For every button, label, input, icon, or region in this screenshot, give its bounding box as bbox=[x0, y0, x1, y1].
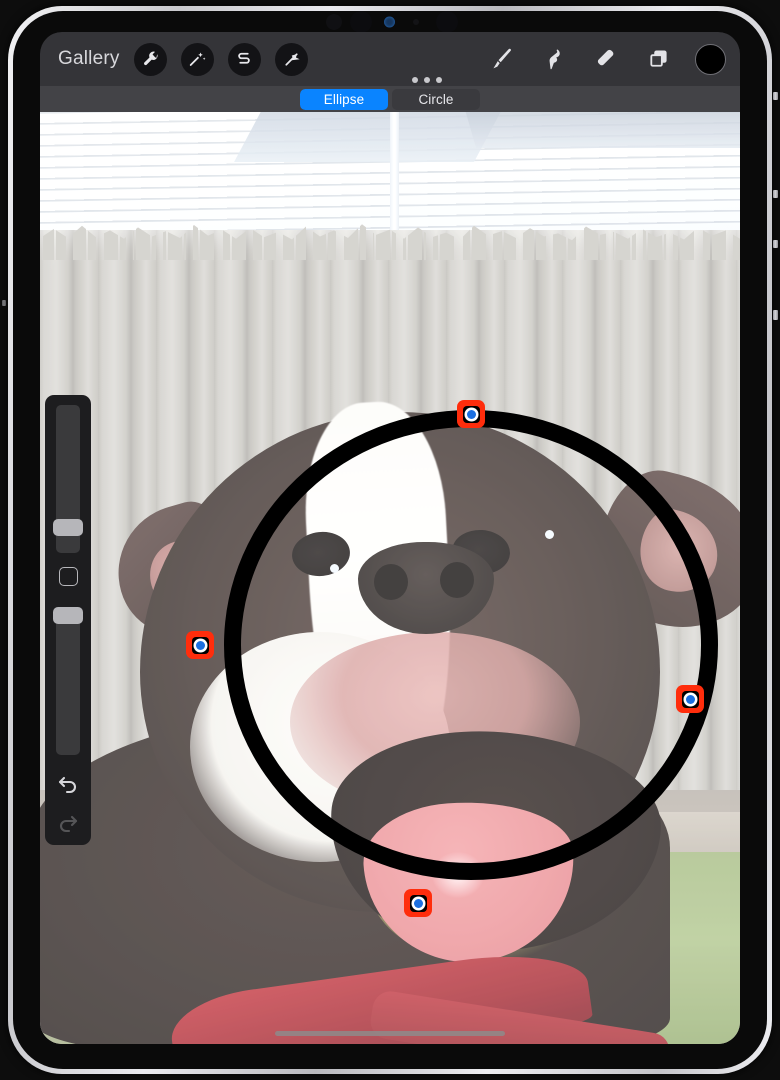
volume-up-button[interactable] bbox=[773, 190, 778, 198]
smudge-button[interactable] bbox=[539, 42, 569, 76]
dot-icon bbox=[412, 77, 418, 83]
handle-inner bbox=[681, 690, 699, 708]
undo-button[interactable] bbox=[56, 772, 80, 796]
transform-button[interactable] bbox=[274, 42, 308, 76]
left-sidebar bbox=[45, 395, 91, 845]
handle-dot-icon bbox=[466, 409, 476, 419]
gallery-button[interactable]: Gallery bbox=[58, 48, 120, 70]
undo-arrow-icon bbox=[58, 776, 76, 794]
paint-button[interactable] bbox=[487, 42, 517, 76]
side-button[interactable] bbox=[773, 310, 778, 320]
handle-inner bbox=[191, 636, 209, 654]
tab-ellipse[interactable]: Ellipse bbox=[300, 88, 388, 110]
dot-icon bbox=[424, 77, 430, 83]
brush-icon bbox=[493, 48, 511, 69]
right-tool-group bbox=[487, 32, 726, 86]
selection-handle-top[interactable] bbox=[457, 400, 485, 428]
color-swatch-button[interactable] bbox=[695, 43, 726, 75]
app-toolbar: Gallery bbox=[40, 32, 740, 86]
handle-dot-icon bbox=[413, 898, 423, 908]
dot-icon bbox=[436, 77, 442, 83]
redo-arrow-icon bbox=[60, 815, 78, 833]
modify-square-button[interactable] bbox=[59, 567, 78, 586]
volume-down-button[interactable] bbox=[773, 240, 778, 248]
actions-wrench-icon bbox=[143, 51, 158, 65]
layers-icon bbox=[649, 49, 667, 67]
smart-connector bbox=[2, 300, 6, 306]
screenshot-root: Gallery Ellipse Circle bbox=[0, 0, 780, 1080]
handle-inner bbox=[409, 894, 427, 912]
dog-tongue-highlight bbox=[432, 852, 484, 898]
smudge-icon bbox=[549, 49, 560, 70]
selection-handle-bottom[interactable] bbox=[404, 889, 432, 917]
roof-right bbox=[463, 112, 740, 148]
adjustments-wand-icon bbox=[189, 52, 206, 66]
roof-left bbox=[234, 112, 506, 162]
erase-button[interactable] bbox=[591, 42, 621, 76]
selection-handle-left[interactable] bbox=[186, 631, 214, 659]
selection-handle-right[interactable] bbox=[676, 685, 704, 713]
selection-s-icon bbox=[238, 52, 250, 64]
opacity-slider-track[interactable] bbox=[56, 607, 80, 755]
canvas-photo-layer bbox=[40, 112, 740, 1044]
eraser-icon bbox=[597, 49, 613, 65]
more-menu-button[interactable] bbox=[412, 77, 442, 83]
redo-button[interactable] bbox=[56, 811, 80, 835]
selection-button[interactable] bbox=[227, 42, 261, 76]
dog-nostril-right bbox=[440, 562, 474, 598]
dog-eye-glint-left bbox=[330, 564, 339, 573]
dog-nostril-left bbox=[374, 564, 408, 600]
brush-size-slider-thumb[interactable] bbox=[53, 519, 83, 536]
handle-dot-icon bbox=[195, 640, 205, 650]
dog-eye-glint-right bbox=[545, 530, 554, 539]
drawing-canvas[interactable] bbox=[40, 112, 740, 1044]
transform-arrow-icon bbox=[284, 52, 300, 66]
selection-mode-bar: Ellipse Circle bbox=[40, 86, 740, 112]
power-button[interactable] bbox=[773, 92, 778, 100]
tab-circle[interactable]: Circle bbox=[392, 88, 480, 110]
selection-mode-segmented-control: Ellipse Circle bbox=[300, 88, 480, 110]
actions-button[interactable] bbox=[133, 42, 167, 76]
handle-dot-icon bbox=[685, 694, 695, 704]
home-indicator[interactable] bbox=[275, 1031, 505, 1036]
adjustments-button[interactable] bbox=[180, 42, 214, 76]
handle-inner bbox=[462, 405, 480, 423]
device-screen: Gallery Ellipse Circle bbox=[40, 32, 740, 1044]
opacity-slider-thumb[interactable] bbox=[53, 607, 83, 624]
layers-button[interactable] bbox=[643, 42, 673, 76]
